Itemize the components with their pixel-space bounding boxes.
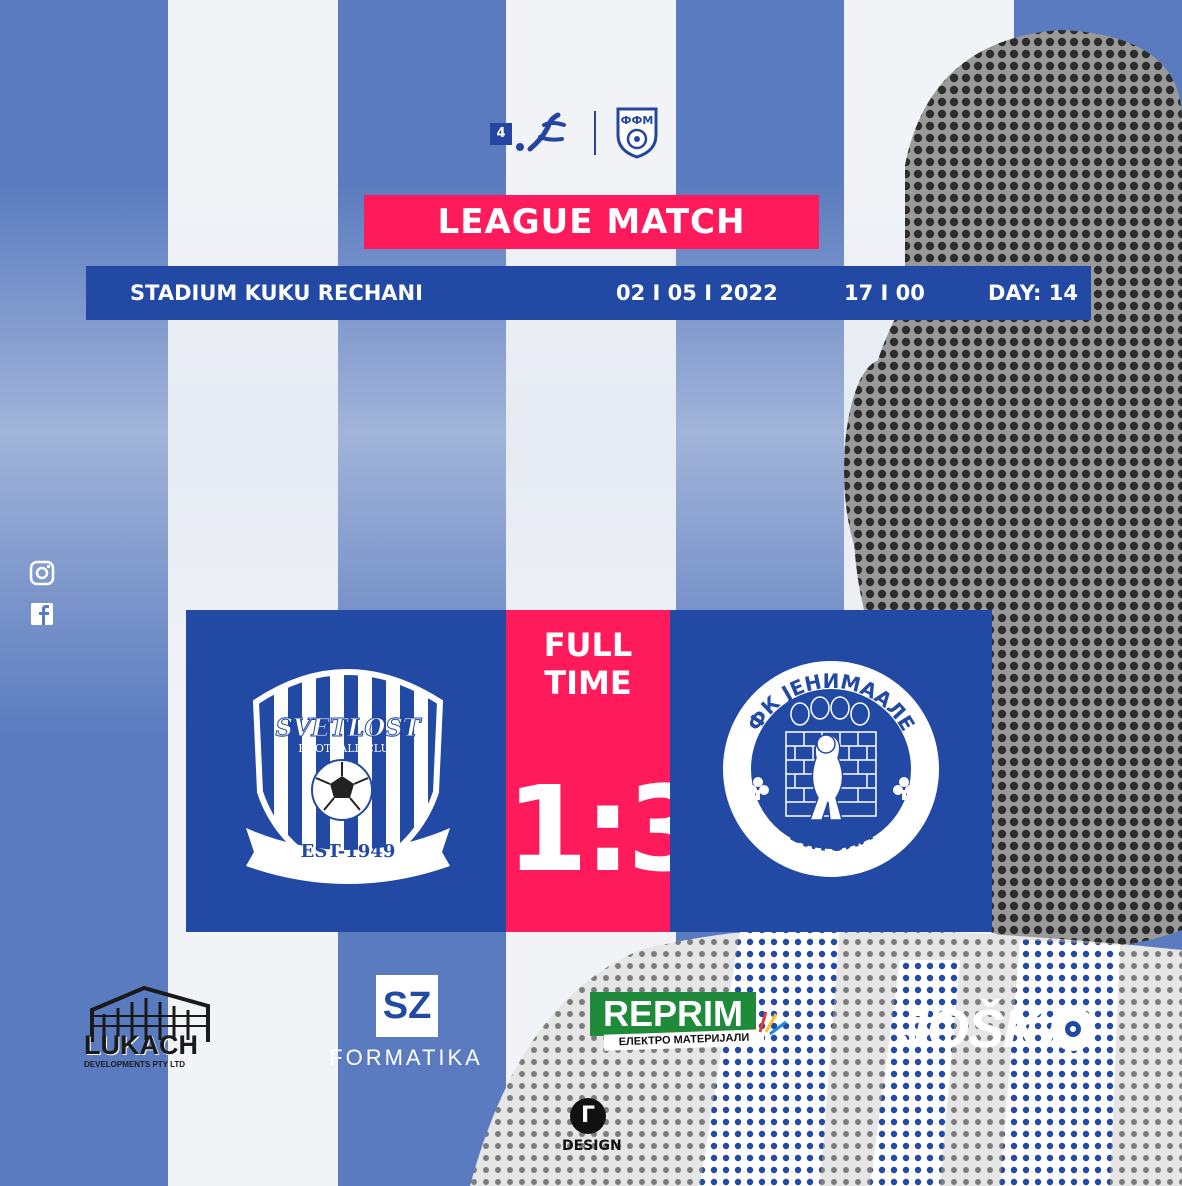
- league-round-badge: 4: [490, 123, 512, 145]
- home-team-panel: SVETLOST FOOTBALL CLUB EST-1949: [186, 610, 506, 932]
- away-team-panel: ФК ЈЕНИМААЛЕ БИТОЛА: [670, 610, 992, 932]
- lukach-tagline: DEVELOPMENTS PTY LTD: [84, 1060, 186, 1069]
- sponsor-formatika[interactable]: SZ FORMATIKA: [316, 975, 496, 1070]
- league-logos: 4 ФФМ: [490, 105, 665, 160]
- match-type-banner: LEAGUE MATCH: [364, 195, 819, 249]
- sponsor-reprim[interactable]: REPRIM ЕЛЕКТРО МАТЕРИЈАЛИ: [590, 992, 795, 1052]
- designer-credit: Г DESIGN: [562, 1098, 622, 1172]
- logo-divider: [594, 111, 596, 155]
- league-runner-icon: [516, 112, 566, 152]
- match-status: FULL TIME: [543, 626, 633, 702]
- home-team-established: EST-1949: [301, 841, 396, 862]
- away-team-crest: ФК ЈЕНИМААЛЕ БИТОЛА: [723, 661, 939, 877]
- sponsor-joska[interactable]: JOŠKA: [898, 998, 1103, 1064]
- formatika-name: FORMATIKA: [329, 1045, 483, 1070]
- joska-disc-icon: [1051, 1007, 1095, 1051]
- lukach-name: LUKACH: [84, 1030, 198, 1060]
- home-team-subtitle: FOOTBALL CLUB: [298, 742, 398, 755]
- date-label: 02 I 05 I 2022: [616, 281, 778, 305]
- final-score: 1:3: [506, 760, 709, 898]
- home-team-crest: SVETLOST FOOTBALL CLUB EST-1949: [246, 669, 450, 884]
- time-label: 17 I 00: [844, 281, 925, 305]
- reprim-spark-icon: [758, 1011, 787, 1036]
- venue-label: STADIUM KUKU RECHANI: [130, 281, 423, 305]
- home-team-name: SVETLOST: [275, 713, 422, 742]
- sponsor-lukach[interactable]: LUKACH DEVELOPMENTS PTY LTD: [84, 980, 224, 1070]
- match-info-bar: STADIUM KUKU RECHANI 02 I 05 I 2022 17 I…: [86, 266, 1091, 320]
- federation-logo-text: ФФМ: [621, 114, 654, 127]
- designer-label: DESIGN: [562, 1138, 622, 1154]
- instagram-icon[interactable]: [28, 559, 56, 587]
- designer-mark: Г: [570, 1098, 606, 1134]
- facebook-icon[interactable]: [28, 600, 56, 628]
- result-panel: FULL TIME 1:3: [506, 610, 709, 932]
- federation-logo: ФФМ: [616, 107, 658, 159]
- matchday-label: DAY: 14: [988, 281, 1078, 305]
- formatika-mark: SZ: [376, 975, 438, 1037]
